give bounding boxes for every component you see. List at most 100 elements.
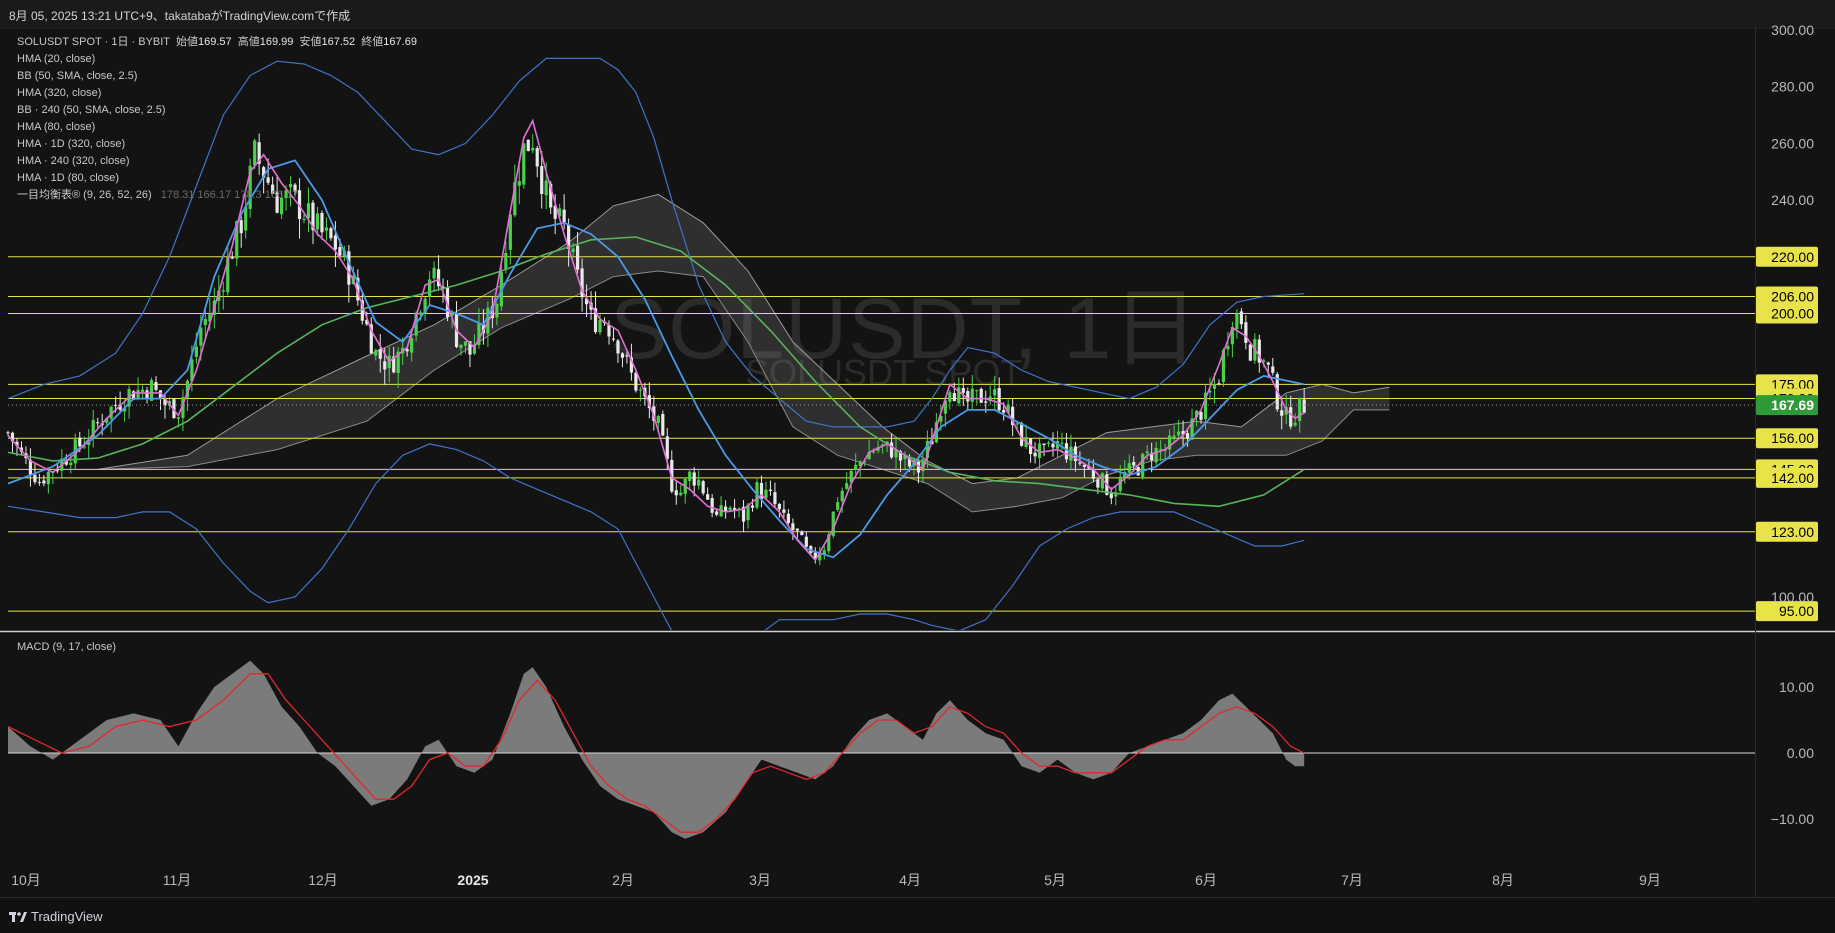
candle-body <box>1271 366 1275 373</box>
candle <box>522 143 526 189</box>
ohlc-legend-row[interactable]: SOLUSDT SPOT · 1日 · BYBIT 始値169.57 高値169… <box>17 34 417 51</box>
low-value: 167.52 <box>321 36 356 48</box>
candle-body <box>315 213 320 230</box>
candle-body <box>1042 443 1046 446</box>
candle <box>42 475 46 487</box>
candle-body <box>697 479 701 486</box>
candle-body <box>836 502 840 510</box>
open-label: 始値 <box>175 36 198 48</box>
candle-body <box>526 139 530 151</box>
candle-body <box>1015 423 1019 425</box>
candle-body <box>715 511 719 515</box>
candle-body <box>975 390 979 392</box>
high-label: 高値 <box>237 36 260 48</box>
candle <box>145 386 149 404</box>
ichimoku-legend-row[interactable]: 一目均衡表® (9, 26, 52, 26) 178.31 166.17 178… <box>17 187 417 204</box>
candle <box>741 499 746 533</box>
candle-body <box>324 227 329 231</box>
time-axis-label: 8月 <box>1492 872 1514 888</box>
macd-legend-row[interactable]: MACD (9, 17, close) <box>17 641 116 653</box>
candle-body <box>1046 442 1051 444</box>
time-axis-label: 11月 <box>163 872 192 888</box>
candle <box>620 352 625 368</box>
indicator-legend-row[interactable]: HMA (80, close) <box>17 119 417 136</box>
indicator-legend-row[interactable]: HMA · 240 (320, close) <box>17 153 417 170</box>
candle-body <box>329 228 333 239</box>
candle-body <box>1145 451 1149 454</box>
candle-body <box>320 212 324 233</box>
candle <box>836 497 840 512</box>
candle-body <box>638 389 642 391</box>
candle-body <box>1199 411 1203 420</box>
symbol-line: SOLUSDT SPOT · 1日 · BYBIT <box>17 36 170 48</box>
candle-body <box>804 536 808 547</box>
indicator-legend-row[interactable]: HMA (20, close) <box>17 51 417 68</box>
tradingview-logo[interactable]: TradingView <box>9 909 103 924</box>
candle-body <box>302 218 306 221</box>
indicator-legend-row[interactable]: BB (50, SMA, close, 2.5) <box>17 68 417 85</box>
time-axis-label: 6月 <box>1195 872 1217 888</box>
macd-axis-tick: −10.00 <box>1771 811 1814 827</box>
candle-body <box>1096 479 1100 488</box>
candle <box>710 494 714 518</box>
candle-body <box>571 248 575 253</box>
candle-body <box>504 252 508 269</box>
candle-body <box>1266 362 1270 365</box>
candle <box>1028 438 1033 463</box>
candle <box>136 377 140 401</box>
candle <box>535 146 539 178</box>
candle-body <box>1239 311 1243 325</box>
price-axis-tick: 100.00 <box>1771 589 1814 605</box>
time-axis-label: 4月 <box>899 872 921 888</box>
candle-body <box>378 349 382 359</box>
candle-body <box>997 388 1001 411</box>
candle <box>320 210 324 240</box>
candle <box>531 134 535 154</box>
candle-body <box>679 492 683 496</box>
price-axis-tick: 300.00 <box>1771 22 1814 38</box>
candle-body <box>1127 463 1131 473</box>
indicator-legend-row[interactable]: HMA · 1D (320, close) <box>17 136 417 153</box>
candle <box>786 508 790 525</box>
candle <box>993 375 997 410</box>
candle <box>1024 424 1028 449</box>
close-value: 167.69 <box>383 36 417 48</box>
candle-body <box>979 388 983 403</box>
candle-body <box>611 338 616 340</box>
candle <box>46 469 50 494</box>
last-price-text: 167.69 <box>1771 397 1814 413</box>
candle <box>616 338 620 363</box>
candle-body <box>333 235 338 250</box>
candle-body <box>544 180 548 196</box>
macd-pane <box>7 660 1755 839</box>
candle <box>1060 432 1064 453</box>
candle-body <box>410 338 414 353</box>
candle-body <box>1002 409 1006 413</box>
candle <box>432 261 436 292</box>
candle <box>526 139 530 152</box>
candle-body <box>800 531 804 536</box>
indicator-legend-row[interactable]: BB · 240 (50, SMA, close, 2.5) <box>17 102 417 119</box>
indicator-legend-row[interactable]: HMA · 1D (80, close) <box>17 170 417 187</box>
candle-body <box>69 462 73 466</box>
candle <box>683 477 687 504</box>
indicator-legend-row[interactable]: HMA (320, close) <box>17 85 417 102</box>
candle-body <box>773 492 777 505</box>
candle-body <box>495 303 499 318</box>
candle <box>1271 357 1275 376</box>
candle-body <box>970 388 974 402</box>
macd-axis-tick: 0.00 <box>1787 745 1814 761</box>
candle-body <box>607 324 611 337</box>
level-price-tag: 142.00 <box>1756 467 1818 488</box>
candle-body <box>176 417 181 419</box>
candle-body <box>782 509 786 513</box>
candle <box>1235 309 1239 339</box>
ichimoku-cloud <box>97 194 1390 512</box>
candle-body <box>383 361 387 370</box>
footer-bar: TradingView <box>0 900 1835 933</box>
last-price-tag: 167.69 <box>1756 395 1818 416</box>
time-axis-label: 9月 <box>1639 872 1661 888</box>
candle-body <box>338 247 342 256</box>
candle-body <box>768 489 773 491</box>
candle <box>1141 452 1145 480</box>
